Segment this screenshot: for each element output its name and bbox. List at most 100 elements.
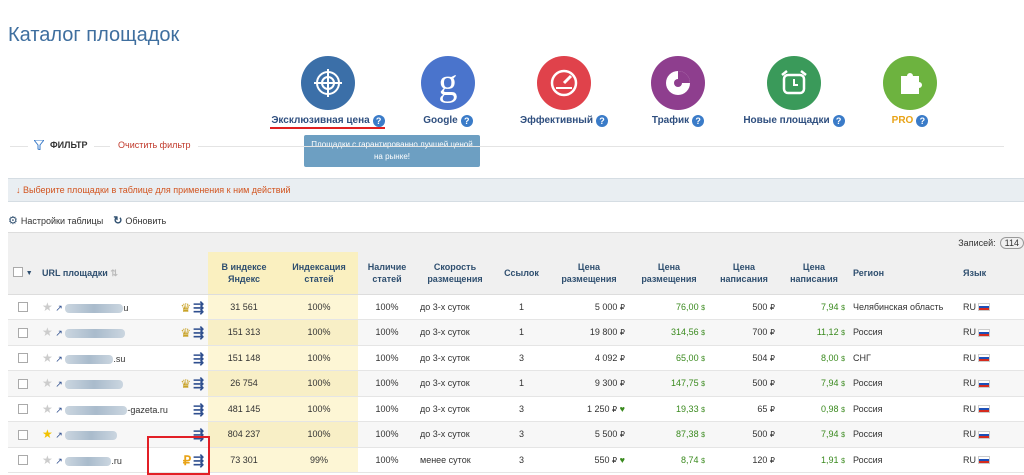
availability-cell: 100% — [358, 345, 416, 371]
row-checkbox[interactable] — [18, 353, 28, 364]
links-cell: 3 — [494, 396, 549, 422]
indexing-cell: 100% — [280, 345, 358, 371]
col-region[interactable]: Регион — [849, 252, 959, 295]
favorite-star-icon[interactable]: ★ — [42, 402, 53, 416]
favorite-star-icon[interactable]: ★ — [42, 351, 53, 365]
col-indexing-label: Индексация статей — [292, 261, 346, 284]
col-index[interactable]: В индексе Яндекс — [208, 252, 280, 295]
indexing-cell: 100% — [280, 421, 358, 448]
region-cell: Челябинская область — [849, 294, 959, 320]
indexing-cell: 99% — [280, 447, 358, 473]
domain-suffix: u — [123, 302, 129, 313]
col-availability-label: Наличие статей — [367, 261, 407, 284]
col-price-rub[interactable]: Цена размещения — [549, 252, 629, 295]
runner-icon: ⇶ — [193, 325, 204, 340]
chevron-down-icon[interactable]: ▼ — [26, 270, 33, 277]
price-rub-cell: 4 092 ₽ — [549, 345, 629, 371]
help-icon[interactable]: ? — [460, 114, 473, 127]
index-cell: 73 301 — [208, 447, 280, 473]
russia-flag-icon — [978, 303, 990, 312]
table-row[interactable]: ★ ↗ .su ⇶ 151 148 100% 100% до 3-х суток 3 4 09… — [8, 345, 1024, 371]
site-url-cell[interactable]: ★ ↗ -gazeta.ru ⇶ — [38, 396, 208, 422]
write-rub-cell: 120 ₽ — [709, 447, 779, 473]
table-row[interactable]: ★ ↗ ♛ ⇶ 26 754 100% 100% до 3-х суток 1 9 300 ₽… — [8, 370, 1024, 397]
availability-cell: 100% — [358, 319, 416, 346]
favorite-star-icon[interactable]: ★ — [42, 453, 53, 467]
row-checkbox[interactable] — [18, 429, 28, 440]
row-checkbox[interactable] — [18, 378, 28, 389]
favorite-star-icon[interactable]: ★ — [42, 376, 53, 390]
category-0[interactable]: Эксклюзивная цена? — [258, 56, 398, 128]
site-url-cell[interactable]: ★ ↗ ♛ ⇶ — [38, 319, 208, 346]
external-link-icon[interactable]: ↗ — [55, 430, 63, 440]
index-cell: 151 313 — [208, 319, 280, 346]
alarm-clock-icon — [767, 56, 821, 110]
write-usd-cell: 7,94 $ — [779, 294, 849, 320]
external-link-icon[interactable]: ↗ — [55, 303, 63, 313]
russia-flag-icon — [978, 328, 990, 337]
table-row[interactable]: ★ ↗ -gazeta.ru ⇶ 481 145 100% 100% до 3-х сут… — [8, 396, 1024, 422]
price-rub-cell: 550 ₽ ♥ — [549, 447, 629, 473]
links-cell: 1 — [494, 319, 549, 346]
external-link-icon[interactable]: ↗ — [55, 405, 63, 415]
write-usd-cell: 7,94 $ — [779, 370, 849, 397]
site-url-cell[interactable]: ★ ↗ .su ⇶ — [38, 345, 208, 371]
help-icon[interactable]: ? — [916, 114, 929, 127]
links-cell: 1 — [494, 370, 549, 397]
col-lang[interactable]: Язык — [959, 252, 1024, 295]
external-link-icon[interactable]: ↗ — [55, 328, 63, 338]
col-speed[interactable]: Скорость размещения — [416, 252, 494, 295]
favorite-star-icon[interactable]: ★ — [42, 325, 53, 339]
lang-cell: RU — [959, 396, 1024, 422]
region-cell: Россия — [849, 370, 959, 397]
favorite-star-icon[interactable]: ★ — [42, 300, 53, 314]
row-checkbox[interactable] — [18, 455, 28, 466]
region-cell: Россия — [849, 447, 959, 473]
blurred-domain — [65, 405, 128, 415]
write-usd-cell: 8,00 $ — [779, 345, 849, 371]
clear-filter-link[interactable]: Очистить фильтр — [110, 140, 199, 150]
table-row[interactable]: ★ ↗ u ♛ ⇶ 31 561 100% 100% до 3-х суток 1 5 000 … — [8, 294, 1024, 320]
write-rub-cell: 500 ₽ — [709, 370, 779, 397]
site-url-cell[interactable]: ★ ↗ ♛ ⇶ — [38, 370, 208, 397]
select-all-header[interactable]: ▼ — [8, 252, 38, 295]
row-checkbox[interactable] — [18, 302, 28, 313]
external-link-icon[interactable]: ↗ — [55, 354, 63, 364]
availability-cell: 100% — [358, 421, 416, 448]
col-price-usd-label: Цена размещения — [641, 261, 697, 284]
col-lang-label: Язык — [963, 267, 987, 278]
col-availability[interactable]: Наличие статей — [358, 252, 416, 295]
index-cell: 481 145 — [208, 396, 280, 422]
domain-suffix: -gazeta.ru — [127, 404, 168, 415]
external-link-icon[interactable]: ↗ — [55, 379, 63, 389]
site-url-cell[interactable]: ★ ↗ u ♛ ⇶ — [38, 294, 208, 320]
category-5[interactable]: PRO? — [840, 56, 980, 128]
records-count: 114 — [999, 237, 1024, 249]
lang-cell: RU — [959, 294, 1024, 320]
price-usd-cell: 147,75 $ — [629, 370, 709, 397]
row-checkbox[interactable] — [18, 327, 28, 338]
price-rub-cell: 5 500 ₽ — [549, 421, 629, 448]
help-icon[interactable]: ? — [692, 114, 705, 127]
table-settings-button[interactable]: ⚙ Настройки таблицы — [8, 214, 103, 227]
col-price-usd[interactable]: Цена размещения — [629, 252, 709, 295]
filter-button[interactable]: ФИЛЬТР — [28, 140, 94, 150]
row-checkbox[interactable] — [18, 404, 28, 415]
table-row[interactable]: ★ ↗ ♛ ⇶ 151 313 100% 100% до 3-х суток 1 19 800… — [8, 319, 1024, 346]
select-all-checkbox[interactable] — [13, 267, 24, 278]
help-icon[interactable]: ? — [595, 114, 608, 127]
col-url[interactable]: URL площадки ⇅ — [38, 252, 208, 295]
runner-icon: ⇶ — [193, 350, 204, 366]
refresh-button[interactable]: ↻ Обновить — [113, 214, 166, 227]
price-usd-cell: 87,38 $ — [629, 421, 709, 448]
col-write-usd[interactable]: Цена написания — [779, 252, 849, 295]
write-usd-cell: 7,94 $ — [779, 421, 849, 448]
col-indexing[interactable]: Индексация статей — [280, 252, 358, 295]
col-write-rub[interactable]: Цена написания — [709, 252, 779, 295]
external-link-icon[interactable]: ↗ — [55, 456, 63, 466]
col-links[interactable]: Ссылок — [494, 252, 549, 295]
write-usd-cell: 1,91 $ — [779, 447, 849, 473]
favorite-star-icon[interactable]: ★ — [42, 427, 53, 441]
price-usd-cell: 314,56 $ — [629, 319, 709, 346]
region-cell: СНГ — [849, 345, 959, 371]
